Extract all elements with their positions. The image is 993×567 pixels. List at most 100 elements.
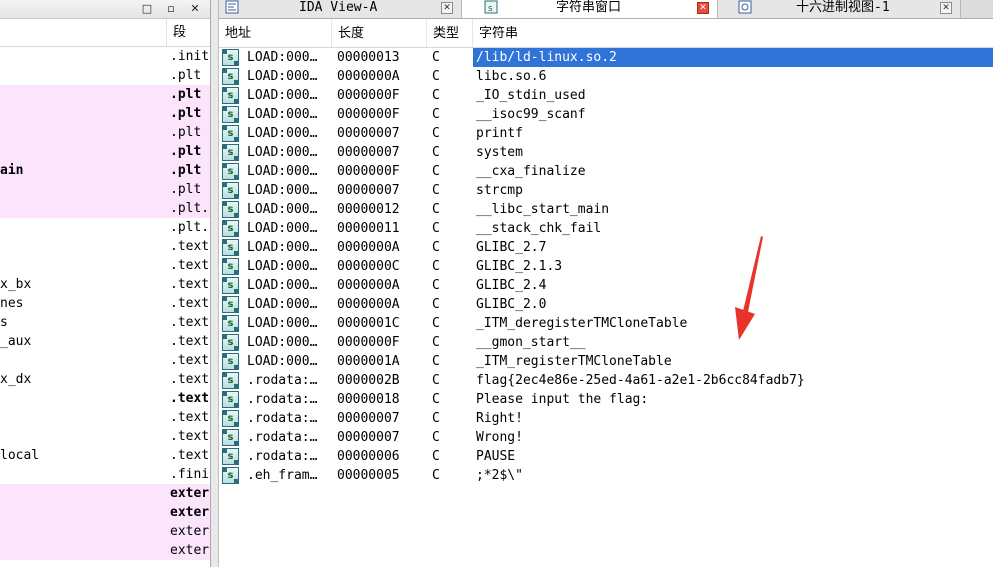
function-row[interactable]: exter — [0, 484, 210, 503]
function-row[interactable]: nes .text — [0, 294, 210, 313]
strings-table: 地址 长度 类型 字符串 s LOAD:000… 00000013 C/lib/ld-… — [219, 19, 993, 567]
length-column-header[interactable]: 长度 — [332, 19, 427, 47]
function-row[interactable]: .plt — [0, 180, 210, 199]
tab-ida-view-a[interactable]: IDA View-A ✕ — [219, 0, 462, 18]
string-row[interactable]: s LOAD:000… 0000000F C __isoc99_scanf — [219, 105, 993, 124]
function-row[interactable]: _aux .text — [0, 332, 210, 351]
function-row[interactable]: .plt — [0, 104, 210, 123]
function-row[interactable]: exter — [0, 541, 210, 560]
function-row[interactable]: .plt — [0, 66, 210, 85]
close-icon[interactable]: ✕ — [441, 2, 453, 14]
string-row[interactable]: s LOAD:000… 00000011 C __stack_chk_fail — [219, 219, 993, 238]
close-icon[interactable]: ✕ — [940, 2, 952, 14]
tab-strings-window[interactable]: s 字符串窗口 ✕ — [462, 0, 718, 18]
string-length: 0000000A — [337, 297, 400, 312]
string-row[interactable]: s .eh_fram… 00000005 C ;*2$\" — [219, 466, 993, 485]
function-row[interactable]: .fini — [0, 465, 210, 484]
float-icon[interactable]: ▫ — [162, 0, 180, 18]
string-address: LOAD:000… — [247, 202, 318, 217]
string-length: 0000001A — [337, 354, 400, 369]
string-length: 0000000C — [337, 259, 400, 274]
function-name: nes — [0, 296, 24, 311]
string-row[interactable]: s LOAD:000… 0000001A C _ITM_registerTMCloneT… — [219, 352, 993, 371]
function-row[interactable]: .plt — [0, 123, 210, 142]
string-row[interactable]: s .rodata:… 00000007 C Right! — [219, 409, 993, 428]
string-row[interactable]: s .rodata:… 0000002B Cflag{2ec4e86e-25ed-4a… — [219, 371, 993, 390]
string-type-icon: s — [222, 201, 239, 218]
function-row[interactable]: s .text — [0, 313, 210, 332]
function-row[interactable]: .text — [0, 427, 210, 446]
function-row[interactable]: .text — [0, 389, 210, 408]
string-row[interactable]: s LOAD:000… 0000001C C _ITM_deregisterTMClon… — [219, 314, 993, 333]
function-row[interactable]: x_dx .text — [0, 370, 210, 389]
function-segment: .text — [170, 372, 210, 387]
type-column-header[interactable]: 类型 — [427, 19, 473, 47]
string-address: LOAD:000… — [247, 50, 318, 65]
string-type-icon: s — [222, 125, 239, 142]
functions-list: .init .plt .plt .plt .plt .plt ain .plt .plt .plt… — [0, 47, 210, 560]
string-length: 00000005 — [337, 468, 400, 483]
function-name: ain — [0, 163, 24, 178]
function-row[interactable]: .text — [0, 351, 210, 370]
view-tab-bar: IDA View-A ✕ s 字符串窗口 ✕ 十六进制视图-1 ✕ — [219, 0, 993, 19]
function-row[interactable]: .text — [0, 408, 210, 427]
tab-hex-view-1[interactable]: 十六进制视图-1 ✕ — [718, 0, 961, 18]
string-column-header[interactable]: 字符串 — [473, 19, 993, 47]
function-row[interactable]: exter — [0, 522, 210, 541]
string-row[interactable]: s LOAD:000… 0000000A C GLIBC_2.4 — [219, 276, 993, 295]
function-row[interactable]: .plt — [0, 142, 210, 161]
string-type-icon: s — [222, 315, 239, 332]
function-row[interactable]: local .text — [0, 446, 210, 465]
close-icon[interactable]: ✕ — [697, 2, 709, 14]
string-type-icon: s — [222, 334, 239, 351]
string-address: LOAD:000… — [247, 145, 318, 160]
string-address: LOAD:000… — [247, 221, 318, 236]
string-row[interactable]: s LOAD:000… 00000012 C __libc_start_main — [219, 200, 993, 219]
string-value: Please input the flag: — [476, 392, 649, 407]
string-type: C — [432, 107, 440, 122]
strings-table-header: 地址 长度 类型 字符串 — [219, 19, 993, 48]
string-row[interactable]: s LOAD:000… 00000007 Cstrcmp — [219, 181, 993, 200]
string-type: C — [432, 335, 440, 350]
string-row[interactable]: s LOAD:000… 0000000A C GLIBC_2.0 — [219, 295, 993, 314]
string-row[interactable]: s LOAD:000… 00000007 Cprintf — [219, 124, 993, 143]
string-row[interactable]: s LOAD:000… 00000013 C/lib/ld-linux.so.2 — [219, 48, 993, 67]
string-row[interactable]: s .rodata:… 00000006 C PAUSE — [219, 447, 993, 466]
string-row[interactable]: s .rodata:… 00000018 C Please input the flag… — [219, 390, 993, 409]
string-type: C — [432, 278, 440, 293]
function-segment: .text — [170, 353, 210, 368]
string-value: __cxa_finalize — [476, 164, 586, 179]
string-length: 0000000F — [337, 107, 400, 122]
function-row[interactable]: .plt. — [0, 199, 210, 218]
string-row[interactable]: s .rodata:… 00000007 C Wrong! — [219, 428, 993, 447]
function-segment: .text — [170, 448, 210, 463]
function-row[interactable]: x_bx .text — [0, 275, 210, 294]
string-row[interactable]: s LOAD:000… 0000000A C GLIBC_2.7 — [219, 238, 993, 257]
function-row[interactable]: exter — [0, 503, 210, 522]
function-row[interactable]: .plt. — [0, 218, 210, 237]
string-length: 0000000F — [337, 88, 400, 103]
function-segment: exter — [170, 505, 210, 520]
function-row[interactable]: .plt — [0, 85, 210, 104]
string-type: C — [432, 392, 440, 407]
close-icon[interactable]: ✕ — [186, 0, 204, 18]
string-row[interactable]: s LOAD:000… 00000007 Csystem — [219, 143, 993, 162]
pane-splitter[interactable] — [211, 0, 219, 567]
function-row[interactable]: .text — [0, 237, 210, 256]
string-row[interactable]: s LOAD:000… 0000000C C GLIBC_2.1.3 — [219, 257, 993, 276]
string-row[interactable]: s LOAD:000… 0000000A Clibc.so.6 — [219, 67, 993, 86]
segment-column-header[interactable]: 段 — [166, 20, 210, 46]
function-row[interactable]: .init — [0, 47, 210, 66]
string-type: C — [432, 126, 440, 141]
string-type-icon: s — [222, 68, 239, 85]
function-row[interactable]: .text — [0, 256, 210, 275]
string-row[interactable]: s LOAD:000… 0000000F C _IO_stdin_used — [219, 86, 993, 105]
string-address: .eh_fram… — [247, 468, 318, 483]
restore-icon[interactable]: □ — [138, 0, 156, 18]
string-row[interactable]: s LOAD:000… 0000000F C __gmon_start__ — [219, 333, 993, 352]
string-row[interactable]: s LOAD:000… 0000000F C __cxa_finalize — [219, 162, 993, 181]
string-value: _IO_stdin_used — [476, 88, 586, 103]
address-column-header[interactable]: 地址 — [219, 19, 332, 47]
function-row[interactable]: ain .plt — [0, 161, 210, 180]
tab-label: IDA View-A — [299, 0, 378, 15]
